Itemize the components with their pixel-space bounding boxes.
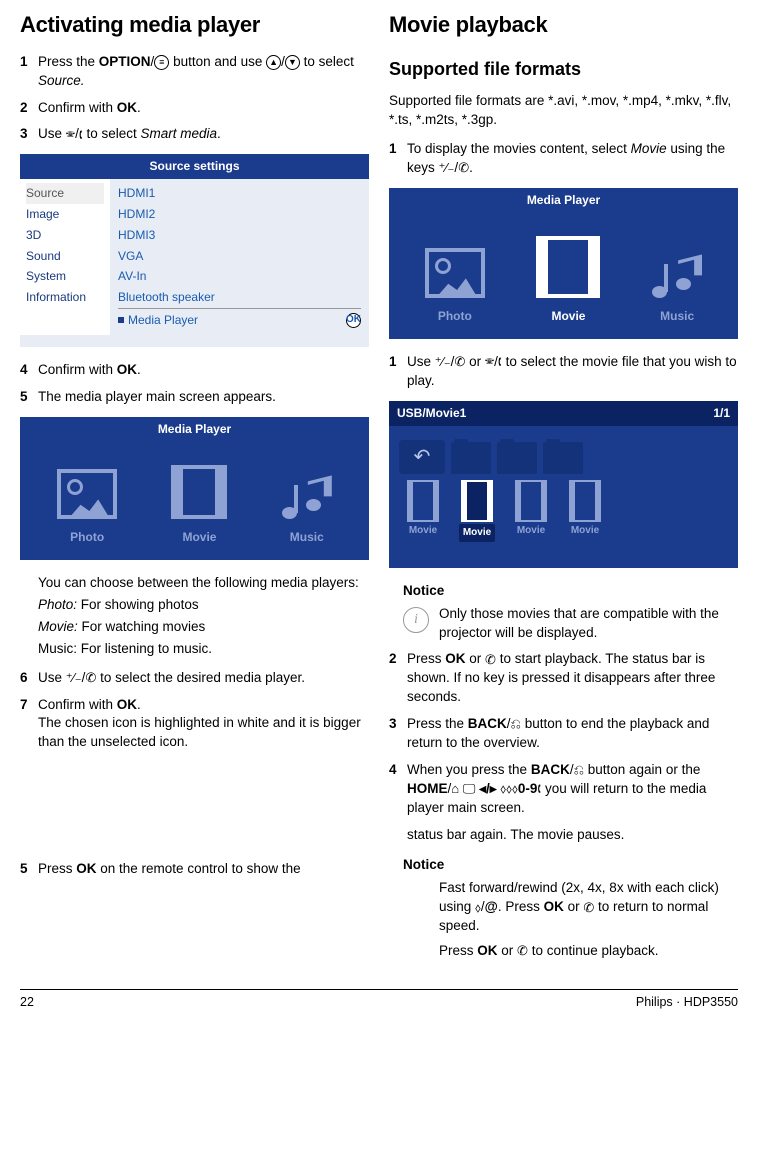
menu-item: Bluetooth speaker — [118, 287, 361, 308]
photo-icon — [425, 248, 485, 298]
film-icon — [461, 480, 493, 522]
media-player-panel-2: Media Player Photo Movie Music — [389, 188, 738, 340]
step: Press the OPTION/≡ button and use ▲/▼ to… — [38, 53, 369, 91]
product-name: Philips · HDP3550 — [636, 994, 738, 1012]
media-player-panel: Media Player Photo Movie Music — [20, 417, 369, 561]
folder-icon — [497, 442, 537, 474]
steps-1: 1Press the OPTION/≡ button and use ▲/▼ t… — [20, 53, 369, 145]
file-item: Movie — [561, 480, 609, 542]
heading-movie-playback: Movie playback — [389, 10, 738, 41]
label: Media Player — [128, 312, 198, 329]
label: Movie — [171, 529, 227, 546]
steps-2: 4Confirm with OK. 5The media player main… — [20, 361, 369, 407]
step: The media player main screen appears. — [38, 388, 369, 407]
photo-icon — [57, 469, 117, 519]
heading-supported-formats: Supported file formats — [389, 57, 738, 82]
panel-title: Source settings — [20, 154, 369, 179]
media-item-music: Music — [652, 254, 702, 325]
step: Press OK or ✆ to start playback. The sta… — [407, 650, 738, 707]
notice-title: Notice — [403, 582, 738, 601]
r-steps-1: 1To display the movies content, select M… — [389, 140, 738, 178]
label: Music — [652, 308, 702, 325]
movie-icon — [171, 465, 227, 519]
label: Photo — [425, 308, 485, 325]
menu-item: Information — [26, 287, 104, 308]
menu-item: Source — [26, 183, 104, 204]
info-icon: i — [403, 607, 429, 633]
file-browser-panel: USB/Movie1 1/1 ↶ Movie Movie Movie Movie — [389, 401, 738, 568]
ok-icon: OK — [346, 313, 361, 328]
step: Confirm with OK. — [38, 361, 369, 380]
file-item: Movie — [399, 480, 447, 542]
music-icon — [282, 475, 332, 519]
menu-item-selected: Media Player OK — [118, 308, 361, 331]
media-item-movie-selected: Movie — [536, 236, 600, 325]
menu-item: VGA — [118, 246, 361, 267]
right-column: Movie playback Supported file formats Su… — [389, 10, 738, 975]
menu-item: HDMI3 — [118, 225, 361, 246]
media-item-photo: Photo — [425, 248, 485, 325]
media-item-movie: Movie — [171, 465, 227, 546]
step: Use 🕾/🕻 to select Smart media. — [38, 125, 369, 144]
label: Music — [282, 529, 332, 546]
movie-icon — [536, 236, 600, 298]
page-footer: 22 Philips · HDP3550 — [20, 989, 738, 1012]
folder-icon — [543, 442, 583, 474]
heading-activating: Activating media player — [20, 10, 369, 41]
browser-title-bar: USB/Movie1 1/1 — [389, 401, 738, 426]
notice-compatibility: Notice i Only those movies that are comp… — [403, 582, 738, 643]
steps-3: 6Use ⁺⁄₋/✆ to select the desired media p… — [20, 669, 369, 753]
film-icon — [515, 480, 547, 522]
page-count: 1/1 — [713, 405, 730, 422]
menu-item: HDMI2 — [118, 204, 361, 225]
panel-title: Media Player — [20, 417, 369, 442]
step: When you press the BACK/⎌ button again o… — [407, 761, 738, 818]
step: To display the movies content, select Mo… — [407, 140, 738, 178]
media-item-music: Music — [282, 475, 332, 546]
panel-title: Media Player — [389, 188, 738, 213]
formats-text: Supported file formats are *.avi, *.mov,… — [389, 92, 738, 130]
step: Use ⁺⁄₋/✆ to select the desired media pl… — [38, 669, 369, 688]
menu-item: HDMI1 — [118, 183, 361, 204]
notice-text: Fast forward/rewind (2x, 4x, 8x with eac… — [439, 879, 738, 967]
folder-icon — [451, 442, 491, 474]
step: Press the BACK/⎌ button to end the playb… — [407, 715, 738, 753]
file-item: Movie — [507, 480, 555, 542]
menu-item: AV-In — [118, 266, 361, 287]
left-column: Activating media player 1Press the OPTIO… — [20, 10, 369, 975]
notice-ffwd: Notice Fast forward/rewind (2x, 4x, 8x w… — [403, 856, 738, 966]
menu-item: System — [26, 266, 104, 287]
r-steps-3: 2Press OK or ✆ to start playback. The st… — [389, 650, 738, 817]
source-menu-left: Source Image 3D Sound System Information — [20, 179, 110, 335]
menu-item: Sound — [26, 246, 104, 267]
step: Confirm with OK.The chosen icon is highl… — [38, 696, 369, 753]
step: Confirm with OK. — [38, 99, 369, 118]
label: Movie — [536, 308, 600, 325]
page-number: 22 — [20, 994, 34, 1012]
continuation-text: status bar again. The movie pauses. — [407, 826, 738, 845]
notice-title: Notice — [403, 856, 738, 875]
r-steps-2: 1Use ⁺⁄₋/✆ or 🕾/🕻 to select the movie fi… — [389, 353, 738, 391]
source-settings-panel: Source settings Source Image 3D Sound Sy… — [20, 154, 369, 346]
notice-text: Only those movies that are compatible wi… — [439, 605, 738, 643]
source-menu-right: HDMI1 HDMI2 HDMI3 VGA AV-In Bluetooth sp… — [110, 179, 369, 335]
music-icon — [652, 254, 702, 298]
back-icon: ↶ — [399, 440, 445, 474]
film-icon — [569, 480, 601, 522]
label: Photo — [57, 529, 117, 546]
menu-item: Image — [26, 204, 104, 225]
steps-4: 5Press OK on the remote control to show … — [20, 860, 369, 879]
film-icon — [407, 480, 439, 522]
step: Use ⁺⁄₋/✆ or 🕾/🕻 to select the movie fil… — [407, 353, 738, 391]
menu-item: 3D — [26, 225, 104, 246]
media-description: You can choose between the following med… — [38, 574, 369, 659]
file-item-selected: Movie — [453, 480, 501, 542]
step: Press OK on the remote control to show t… — [38, 860, 369, 879]
media-item-photo: Photo — [57, 469, 117, 546]
path: USB/Movie1 — [397, 405, 466, 422]
